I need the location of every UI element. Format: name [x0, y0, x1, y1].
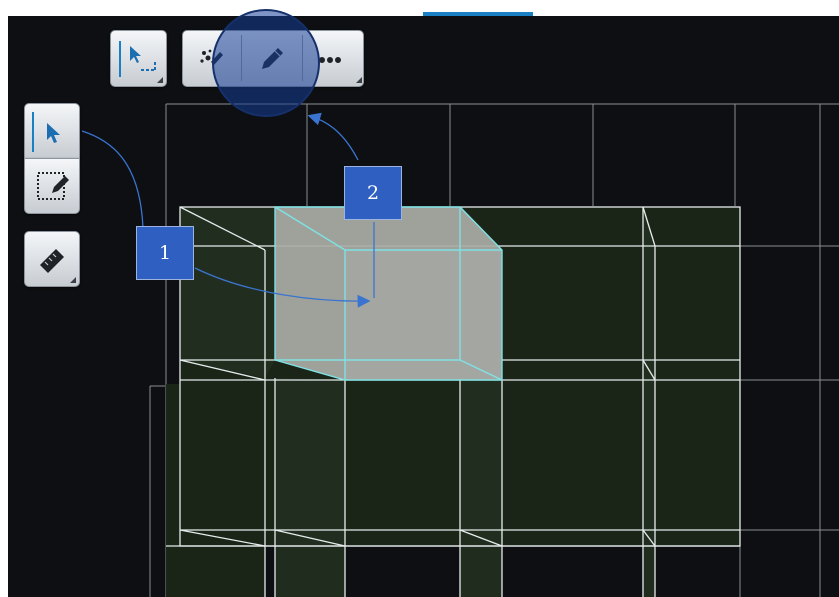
- measure-tool-button[interactable]: [24, 231, 80, 287]
- callout-1: 1: [136, 226, 194, 280]
- dropdown-indicator: [70, 277, 76, 283]
- marquee-edit-tool-button[interactable]: [24, 158, 80, 214]
- dropdown-indicator: [356, 77, 362, 83]
- top-select-mode-button[interactable]: [110, 30, 167, 87]
- selected-block[interactable]: [274, 206, 503, 381]
- magnifier-highlight: [212, 9, 320, 117]
- grid-scene: [149, 103, 839, 597]
- select-tool-button[interactable]: [24, 103, 80, 159]
- 3d-viewport[interactable]: [8, 16, 839, 597]
- dropdown-indicator: [157, 77, 163, 83]
- callout-2: 2: [344, 166, 402, 220]
